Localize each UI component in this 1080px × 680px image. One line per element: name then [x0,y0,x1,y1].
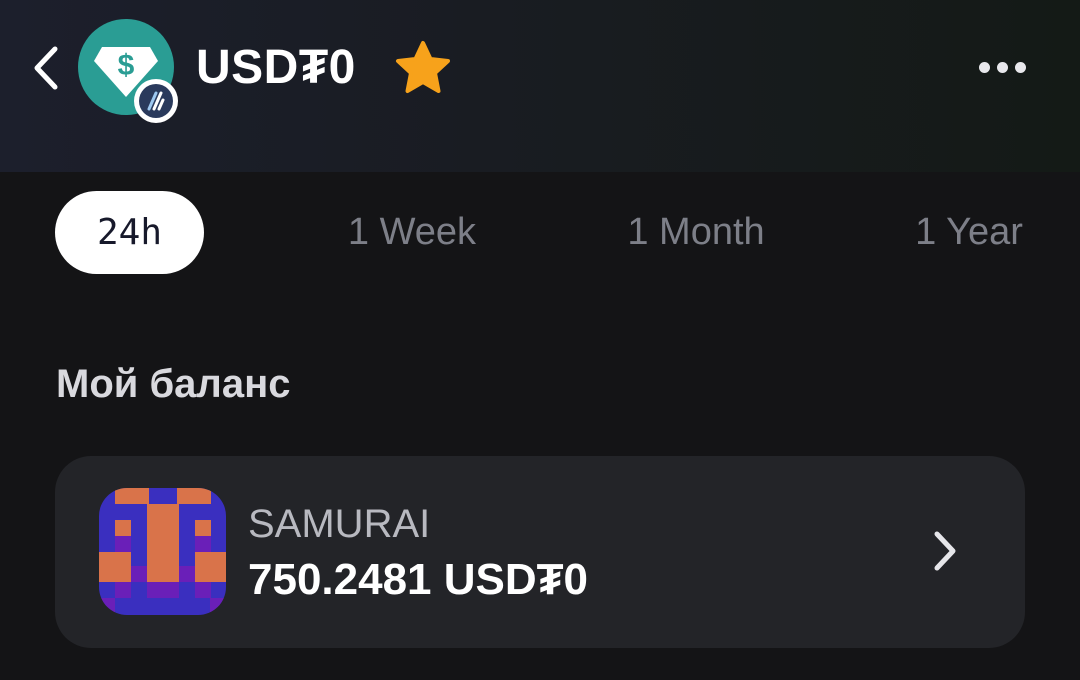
more-horizontal-icon [978,61,990,73]
svg-text:$: $ [118,49,135,82]
arbitrum-chain-badge [134,79,178,123]
tab-1-week[interactable]: 1 Week [330,191,494,274]
tab-24h[interactable]: 24h [55,191,204,274]
asset-balance-amount: 750.2481 USD₮0 [248,555,588,604]
samurai-pixel-avatar [99,488,226,615]
chevron-left-icon [34,46,58,90]
tab-1-year[interactable]: 1 Year [898,191,1040,274]
back-button[interactable] [24,42,68,94]
more-options-button[interactable] [966,44,1038,90]
arbitrum-icon [139,84,173,118]
star-icon [396,41,450,93]
token-header: $ USD₮0 [0,0,1080,172]
token-title: USD₮0 [196,41,356,94]
tab-1-month[interactable]: 1 Month [606,191,786,274]
chevron-right-icon [927,528,963,574]
more-horizontal-icon [1014,61,1026,73]
balance-item-card[interactable]: SAMURAI 750.2481 USD₮0 [55,456,1025,648]
more-horizontal-icon [996,61,1008,73]
asset-name: SAMURAI [248,502,431,546]
favorite-star-button[interactable] [394,40,452,96]
my-balance-heading: Мой баланс [56,362,291,406]
